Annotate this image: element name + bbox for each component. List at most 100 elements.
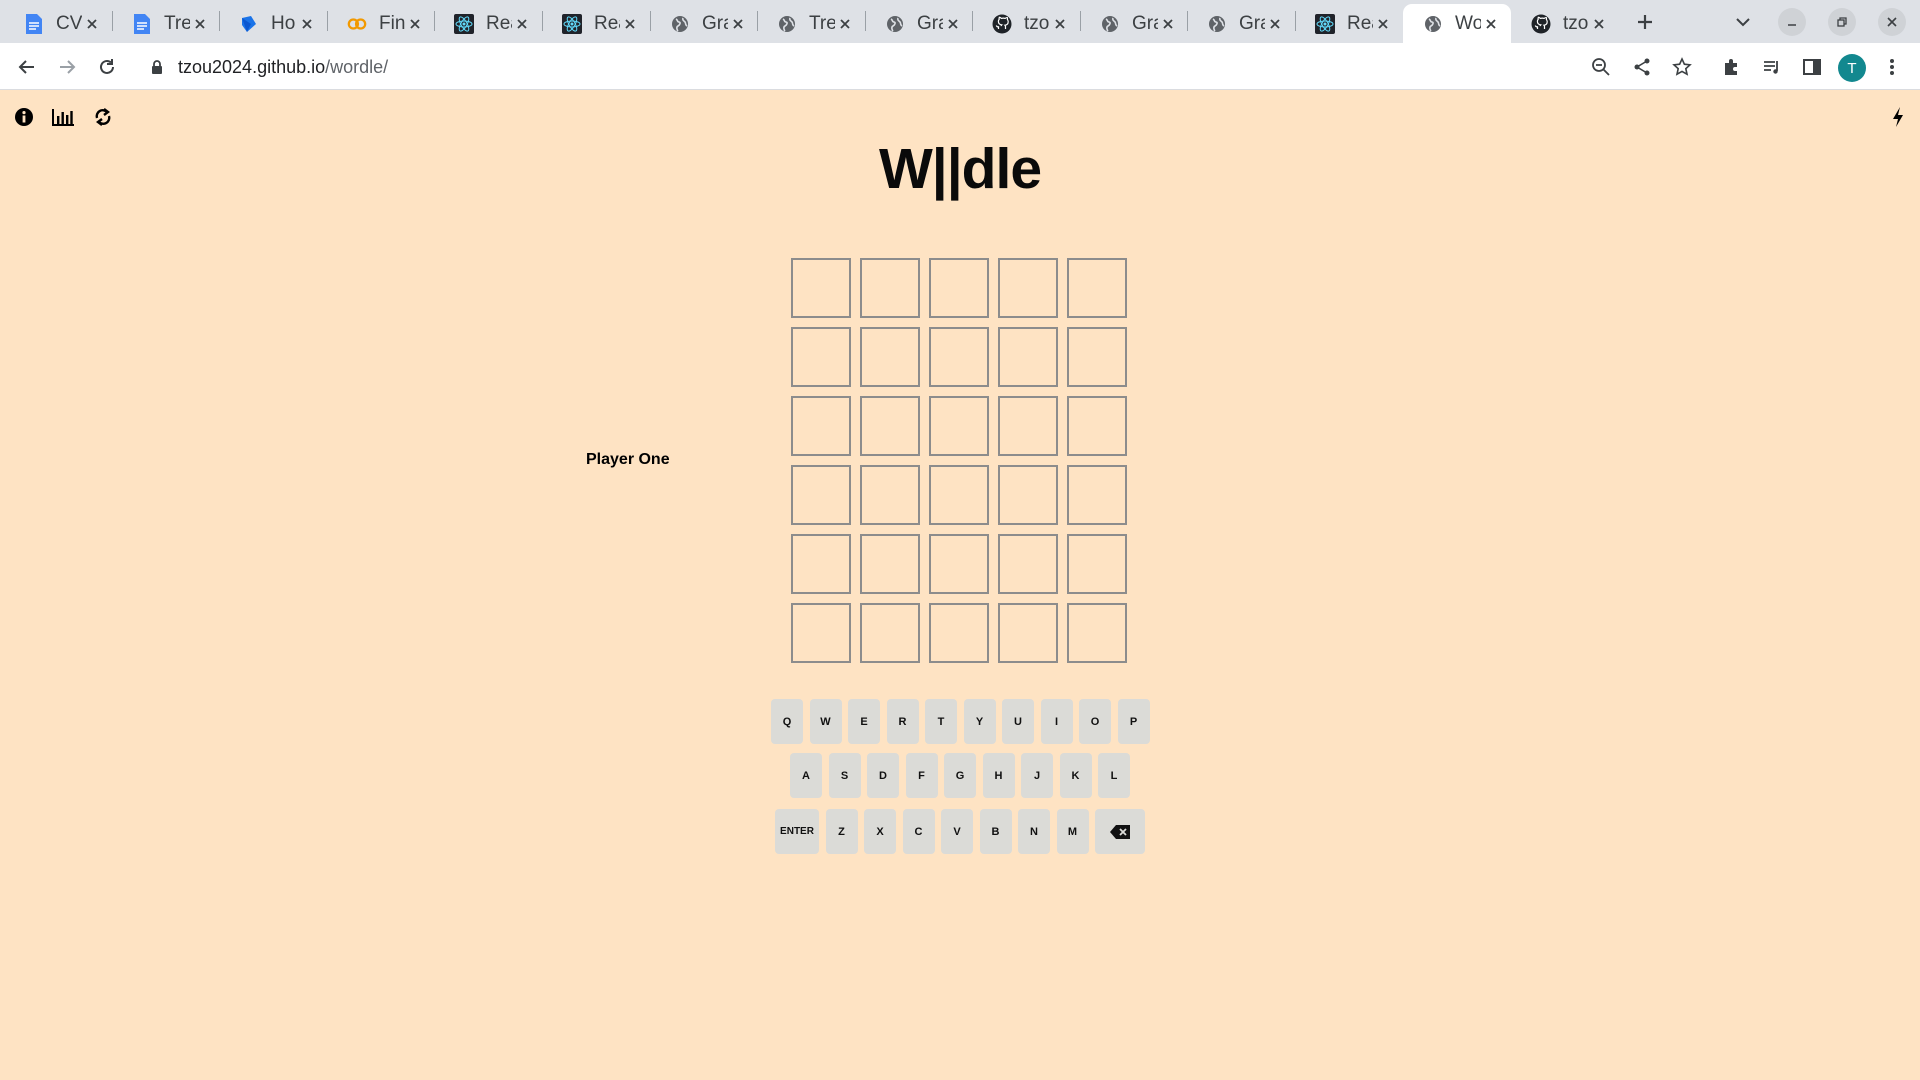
key-a[interactable]: A	[790, 753, 822, 798]
tab-title: CV	[56, 12, 82, 34]
media-controls-button[interactable]	[1757, 52, 1787, 82]
extensions-button[interactable]	[1717, 52, 1747, 82]
browser-tab[interactable]: Rea	[542, 4, 650, 43]
browser-tab[interactable]: Ho	[219, 4, 327, 43]
key-v[interactable]: V	[941, 809, 973, 854]
restore-button[interactable]	[1828, 8, 1856, 36]
key-e[interactable]: E	[848, 699, 880, 744]
tab-close-button[interactable]	[620, 14, 640, 34]
site-info-button[interactable]	[142, 52, 172, 82]
tab-close-button[interactable]	[1265, 14, 1285, 34]
key-s[interactable]: S	[828, 753, 861, 798]
stats-button[interactable]	[50, 104, 76, 130]
github-icon	[992, 14, 1012, 34]
tab-title: Tre	[164, 12, 190, 34]
side-panel-button[interactable]	[1797, 52, 1827, 82]
close-icon	[1378, 18, 1388, 29]
game-title: W||dle	[878, 137, 1042, 201]
tab-close-button[interactable]	[190, 14, 210, 34]
key-t[interactable]: T	[925, 699, 957, 744]
browser-tab[interactable]: tzo	[972, 4, 1080, 43]
browser-tab[interactable]: Rea	[434, 4, 542, 43]
close-icon	[1594, 18, 1604, 29]
key-j[interactable]: J	[1021, 753, 1053, 798]
tab-close-button[interactable]	[405, 14, 425, 34]
key-z[interactable]: Z	[825, 809, 858, 854]
board-tile	[791, 603, 851, 663]
reload-icon	[100, 59, 114, 74]
url-text[interactable]: tzou2024.github.io/wordle/	[178, 57, 388, 78]
reload-button[interactable]	[92, 52, 122, 82]
tab-close-button[interactable]	[1050, 14, 1070, 34]
key-o[interactable]: O	[1079, 699, 1111, 744]
tab-close-button[interactable]	[82, 14, 102, 34]
minimize-button[interactable]	[1778, 8, 1806, 36]
key-u[interactable]: U	[1002, 699, 1034, 744]
share-button[interactable]	[1627, 52, 1657, 82]
keyboard-row-3: ENTER Z X C V B N M	[775, 809, 1145, 854]
tab-search-button[interactable]	[1729, 8, 1757, 36]
chrome-menu-button[interactable]	[1877, 52, 1907, 82]
browser-tab[interactable]: Tre	[757, 4, 865, 43]
tab-close-button[interactable]	[728, 14, 748, 34]
info-button[interactable]	[11, 104, 37, 130]
key-q[interactable]: Q	[771, 699, 803, 744]
browser-tab[interactable]: Gra	[650, 4, 758, 43]
enter-key[interactable]: ENTER	[775, 809, 819, 854]
key-y[interactable]: Y	[963, 699, 996, 744]
bookmark-button[interactable]	[1667, 52, 1697, 82]
browser-tab[interactable]: CV	[4, 4, 112, 43]
close-window-button[interactable]	[1878, 8, 1906, 36]
tab-title: Gra	[1132, 12, 1158, 34]
browser-tab[interactable]: Tre	[112, 4, 220, 43]
key-w[interactable]: W	[809, 699, 842, 744]
tab-close-button[interactable]	[297, 14, 317, 34]
key-x[interactable]: X	[864, 809, 896, 854]
tab-close-button[interactable]	[943, 14, 963, 34]
new-tab-button[interactable]	[1631, 8, 1659, 36]
board-tile	[860, 258, 920, 318]
tab-active[interactable]: Wo	[1403, 4, 1511, 43]
tab-title: Ho	[271, 12, 296, 34]
switch-player-button[interactable]	[90, 104, 116, 130]
key-h[interactable]: H	[982, 753, 1015, 798]
forward-button[interactable]	[52, 52, 82, 82]
more-vertical-icon	[1890, 59, 1894, 75]
power-mode-button[interactable]	[1885, 104, 1911, 130]
tab-close-button[interactable]	[835, 14, 855, 34]
back-button[interactable]	[12, 52, 42, 82]
tab-separator	[1295, 11, 1296, 31]
key-r[interactable]: R	[886, 699, 919, 744]
key-p[interactable]: P	[1117, 699, 1150, 744]
close-icon	[1486, 18, 1496, 29]
key-m[interactable]: M	[1056, 809, 1089, 854]
key-k[interactable]: K	[1059, 753, 1092, 798]
key-f[interactable]: F	[905, 753, 938, 798]
tab-close-button[interactable]	[512, 14, 532, 34]
browser-tab[interactable]: Gra	[1080, 4, 1188, 43]
close-icon	[948, 18, 958, 29]
profile-avatar[interactable]: T	[1838, 54, 1866, 82]
tab-close-button[interactable]	[1589, 14, 1609, 34]
tab-close-button[interactable]	[1481, 14, 1501, 34]
browser-tab[interactable]: Gra	[865, 4, 973, 43]
browser-tab[interactable]: tzo	[1511, 4, 1619, 43]
tab-title: tzo	[1563, 12, 1589, 34]
tab-close-button[interactable]	[1158, 14, 1178, 34]
tab-close-button[interactable]	[1373, 14, 1393, 34]
key-c[interactable]: C	[902, 809, 935, 854]
key-i[interactable]: I	[1040, 699, 1073, 744]
key-l[interactable]: L	[1098, 753, 1130, 798]
backspace-key[interactable]	[1095, 809, 1145, 854]
browser-tab[interactable]: Gra	[1187, 4, 1295, 43]
board-tile	[1067, 258, 1127, 318]
key-b[interactable]: B	[979, 809, 1012, 854]
key-n[interactable]: N	[1018, 809, 1050, 854]
browser-tab[interactable]: Fin	[327, 4, 435, 43]
zoom-button[interactable]	[1586, 52, 1616, 82]
key-g[interactable]: G	[944, 753, 976, 798]
key-d[interactable]: D	[867, 753, 899, 798]
browser-tab[interactable]: Rea	[1295, 4, 1403, 43]
board-tile	[791, 465, 851, 525]
puzzle-icon	[1725, 59, 1737, 75]
